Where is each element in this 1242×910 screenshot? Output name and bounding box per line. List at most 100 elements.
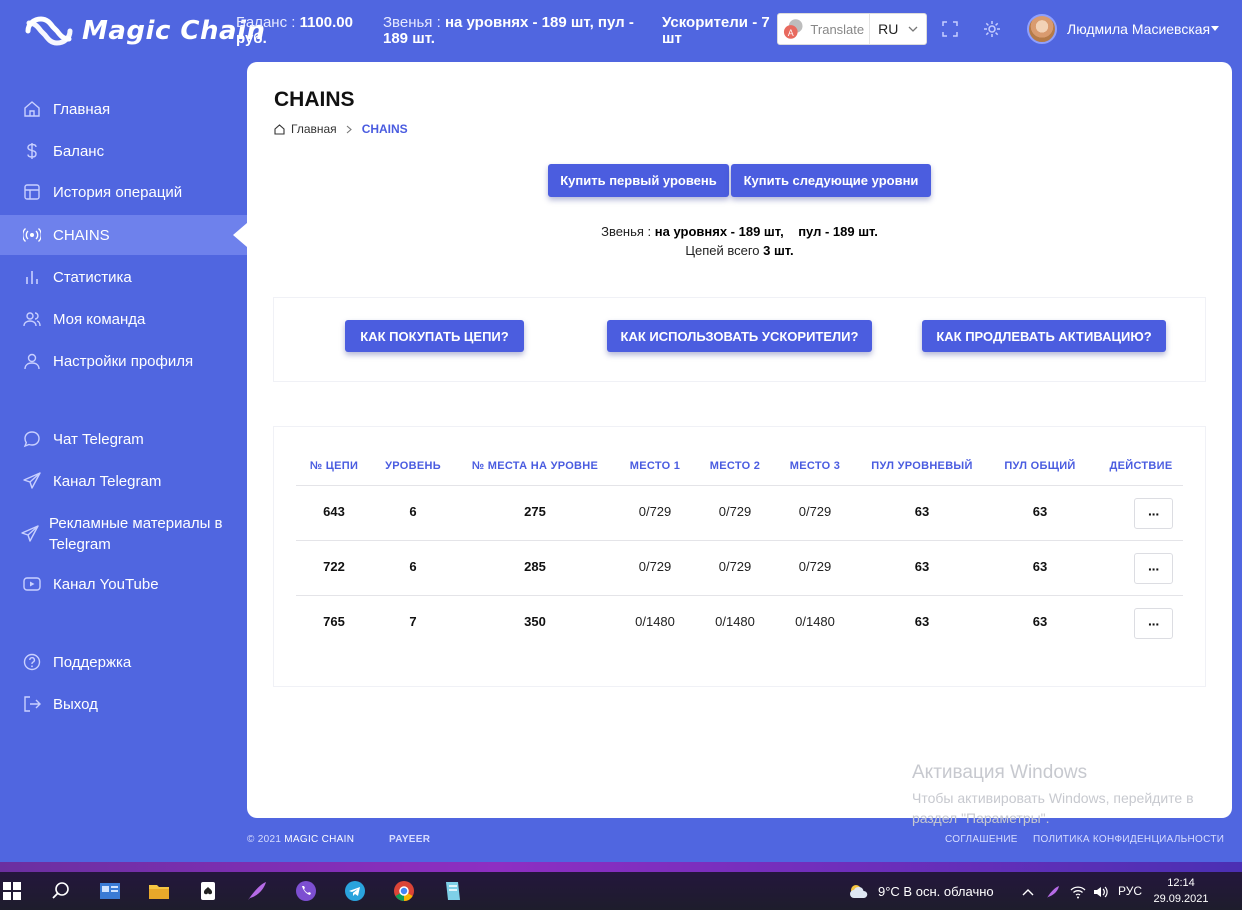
table-header: МЕСТО 1 xyxy=(629,460,681,472)
weather-widget[interactable]: 9°C В осн. облачно xyxy=(848,883,994,899)
taskbar-clock[interactable]: 12:14 29.09.2021 xyxy=(1150,875,1212,907)
sidebar-item-home[interactable]: Главная xyxy=(0,89,247,129)
pool-total: 63 xyxy=(1032,614,1048,629)
sidebar-item-label: Канал YouTube xyxy=(53,575,159,593)
chevron-down-icon xyxy=(908,26,918,32)
chain-number: 643 xyxy=(323,504,345,519)
chains-table: № ЦЕПИ УРОВЕНЬ № МЕСТА НА УРОВНЕ МЕСТО 1… xyxy=(274,427,1205,686)
sidebar-item-history[interactable]: История операций xyxy=(0,172,247,212)
chain-number: 722 xyxy=(323,559,345,574)
place-3: 0/1480 xyxy=(795,614,835,629)
feather-app-icon[interactable] xyxy=(245,879,269,903)
team-icon xyxy=(23,312,41,327)
sidebar-item-label: CHAINS xyxy=(53,226,110,244)
table-header: МЕСТО 2 xyxy=(709,460,761,472)
links-label: Звенья : xyxy=(383,14,445,31)
windows-start-icon[interactable] xyxy=(2,881,22,901)
gear-icon[interactable] xyxy=(983,20,1001,38)
sidebar-item-label: Выход xyxy=(53,695,98,713)
table-header: № ЦЕПИ xyxy=(309,460,359,472)
header-links: Звенья : на уровнях - 189 шт, пул - 189 … xyxy=(383,15,643,47)
how-to-buy-chains-button[interactable]: КАК ПОКУПАТЬ ЦЕПИ? xyxy=(345,320,524,352)
level: 6 xyxy=(409,559,417,574)
language-select[interactable]: RU xyxy=(869,14,926,44)
buy-next-levels-button[interactable]: Купить следующие уровни xyxy=(731,164,931,197)
header-boosters: Ускорители - 7 шт xyxy=(662,15,772,47)
table-row: 722 6 285 0/729 0/729 0/729 63 63 ··· xyxy=(296,540,1183,595)
place-1: 0/1480 xyxy=(635,614,675,629)
place-on-level: 350 xyxy=(524,614,546,629)
caret-down-icon[interactable] xyxy=(1211,26,1219,31)
sidebar-item-telegram-chat[interactable]: Чат Telegram xyxy=(0,419,247,459)
sidebar: Главная Баланс История операций CHAINS С… xyxy=(0,62,247,862)
watermark-title: Активация Windows xyxy=(912,762,1088,783)
copyright-text: © 2021 xyxy=(247,834,285,845)
level: 6 xyxy=(409,504,417,519)
place-on-level: 275 xyxy=(524,504,546,519)
notes-app-icon[interactable] xyxy=(441,879,465,903)
windows-taskbar: 9°C В осн. облачно РУС 12:14 29.09.2021 xyxy=(0,862,1242,910)
chevron-up-icon[interactable] xyxy=(1020,884,1036,900)
row-actions-button[interactable]: ··· xyxy=(1134,498,1173,529)
sidebar-item-label: Баланс xyxy=(53,142,105,160)
level: 7 xyxy=(409,614,417,629)
row-actions-button[interactable]: ··· xyxy=(1134,553,1173,584)
payeer-link[interactable]: PAYEER xyxy=(389,834,430,845)
input-language[interactable]: РУС xyxy=(1118,884,1142,898)
sidebar-item-logout[interactable]: Выход xyxy=(0,684,247,724)
avatar[interactable] xyxy=(1027,14,1057,44)
logo-mark-icon xyxy=(25,16,73,46)
pool-level: 63 xyxy=(914,559,930,574)
sidebar-item-youtube[interactable]: Канал YouTube xyxy=(0,564,247,604)
agreement-link[interactable]: СОГЛАШЕНИЕ xyxy=(945,834,1018,845)
sidebar-item-team[interactable]: Моя команда xyxy=(0,299,247,339)
place-on-level: 285 xyxy=(524,559,546,574)
task-view-icon[interactable] xyxy=(98,879,122,903)
viber-icon[interactable] xyxy=(294,879,318,903)
sidebar-item-profile-settings[interactable]: Настройки профиля xyxy=(0,341,247,381)
clock-date: 29.09.2021 xyxy=(1153,893,1209,905)
user-name[interactable]: Людмила Масиевская xyxy=(1067,21,1210,37)
sidebar-item-statistics[interactable]: Статистика xyxy=(0,257,247,297)
sidebar-item-chains[interactable]: CHAINS xyxy=(0,215,247,255)
footer-brand[interactable]: MAGIC CHAIN xyxy=(284,834,354,845)
weather-text: 9°C В осн. облачно xyxy=(878,883,994,899)
breadcrumb: Главная CHAINS xyxy=(274,122,408,136)
pool-level: 63 xyxy=(914,614,930,629)
telegram-icon[interactable] xyxy=(343,879,367,903)
watermark-text: Чтобы активировать Windows, перейдите в … xyxy=(912,790,1194,826)
sidebar-item-label: Главная xyxy=(53,100,111,118)
sidebar-item-telegram-materials[interactable]: Рекламные материалы в Telegram xyxy=(0,512,247,556)
sidebar-item-support[interactable]: Поддержка xyxy=(0,642,247,682)
place-2: 0/729 xyxy=(718,504,752,519)
chrome-icon[interactable] xyxy=(392,879,416,903)
solitaire-icon[interactable] xyxy=(197,879,221,903)
send-icon xyxy=(21,525,39,542)
file-explorer-icon[interactable] xyxy=(147,879,171,903)
search-icon[interactable] xyxy=(49,879,73,903)
translate-widget[interactable]: A Translate RU xyxy=(777,13,927,45)
place-2: 0/729 xyxy=(718,559,752,574)
buy-first-level-button[interactable]: Купить первый уровень xyxy=(548,164,729,197)
svg-text:A: A xyxy=(788,29,794,39)
volume-icon[interactable] xyxy=(1092,884,1108,900)
feather-tray-icon[interactable] xyxy=(1045,884,1061,900)
table-row: 643 6 275 0/729 0/729 0/729 63 63 ··· xyxy=(296,485,1183,540)
table-header: ДЕЙСТВИЕ xyxy=(1109,460,1173,472)
page-title: CHAINS xyxy=(274,88,355,111)
logo[interactable]: Magic Chain xyxy=(24,12,265,50)
privacy-link[interactable]: ПОЛИТИКА КОНФИДЕНЦИАЛЬНОСТИ xyxy=(1033,834,1224,845)
payeer-label: PAYEER xyxy=(389,834,431,845)
wifi-icon[interactable] xyxy=(1070,884,1086,900)
sidebar-item-balance[interactable]: Баланс xyxy=(0,131,247,171)
user-icon xyxy=(24,353,40,370)
how-to-extend-activation-button[interactable]: КАК ПРОДЛЕВАТЬ АКТИВАЦИЮ? xyxy=(922,320,1166,352)
sidebar-item-telegram-channel[interactable]: Канал Telegram xyxy=(0,461,247,501)
breadcrumb-current: CHAINS xyxy=(361,122,408,136)
fullscreen-icon[interactable] xyxy=(941,20,959,38)
row-actions-button[interactable]: ··· xyxy=(1134,608,1173,639)
stats-chains-value: 3 шт. xyxy=(763,243,794,258)
bar-chart-icon xyxy=(26,271,38,284)
how-to-use-boosters-button[interactable]: КАК ИСПОЛЬЗОВАТЬ УСКОРИТЕЛИ? xyxy=(607,320,872,352)
breadcrumb-home[interactable]: Главная xyxy=(291,122,337,136)
